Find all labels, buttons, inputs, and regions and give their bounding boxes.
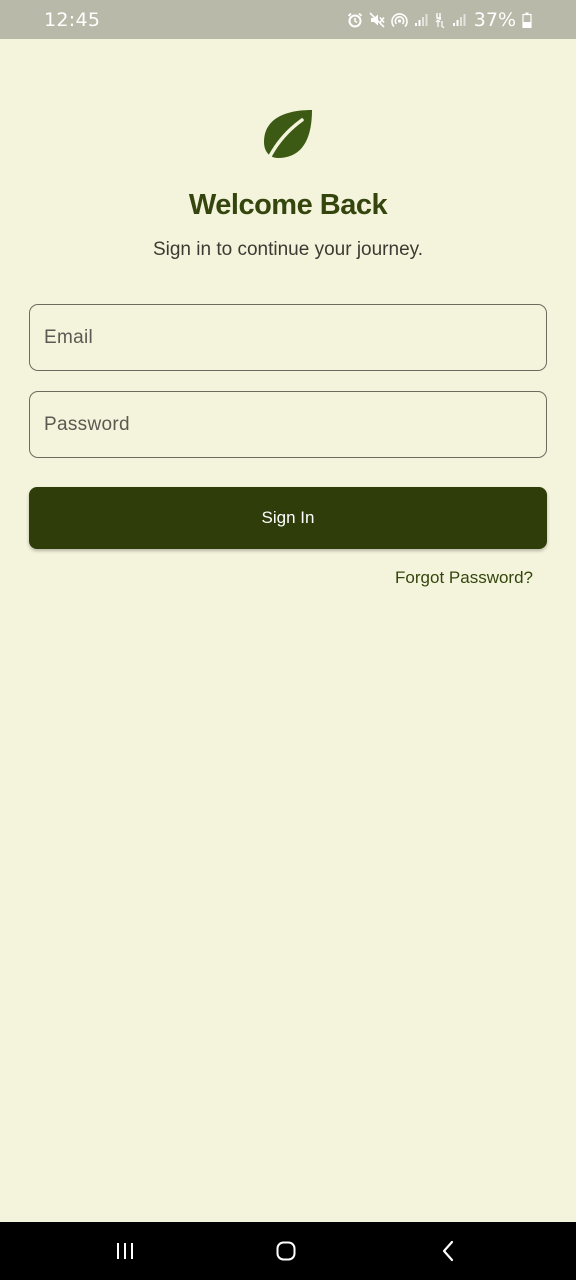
password-field-container [29, 391, 547, 458]
forgot-password-link[interactable]: Forgot Password? [395, 568, 533, 588]
back-icon[interactable] [433, 1237, 463, 1265]
hotspot-icon [391, 12, 408, 29]
sign-in-button[interactable]: Sign In [29, 487, 547, 549]
password-field[interactable] [30, 392, 546, 457]
mute-icon [369, 12, 385, 28]
email-field-container [29, 304, 547, 371]
page-subtitle: Sign in to continue your journey. [152, 239, 424, 260]
recents-icon[interactable] [110, 1237, 140, 1265]
battery-icon [522, 12, 532, 28]
status-time: 12:45 [44, 9, 101, 31]
alarm-icon [347, 12, 363, 28]
home-icon[interactable] [271, 1237, 301, 1265]
status-icons: 37% [347, 8, 532, 32]
login-screen: Welcome Back Sign in to continue your jo… [0, 39, 576, 1222]
email-field[interactable] [30, 305, 546, 370]
page-title: Welcome Back [188, 189, 388, 221]
data-4g-icon [434, 12, 446, 28]
signal-icon [452, 13, 466, 27]
navigation-bar [0, 1222, 576, 1280]
battery-percent: 37% [473, 9, 516, 31]
status-bar: 12:45 37% [0, 0, 576, 39]
leaf-logo-icon [262, 108, 314, 162]
signal-icon [414, 13, 428, 27]
